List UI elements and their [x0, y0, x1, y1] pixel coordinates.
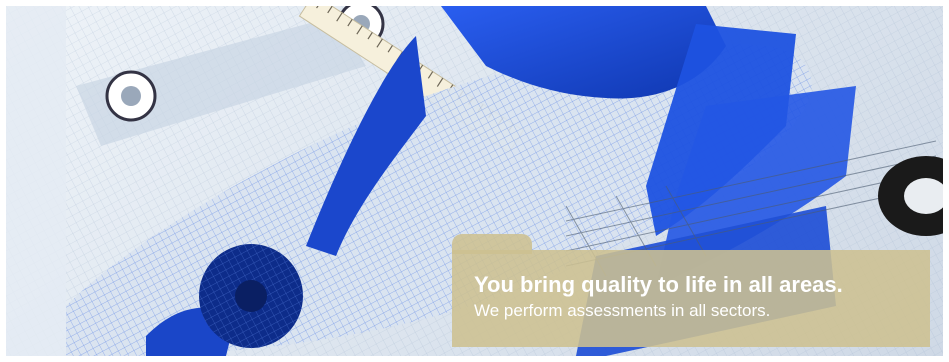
banner-headline: You bring quality to life in all areas. [474, 272, 843, 297]
tagline-box: You bring quality to life in all areas. … [452, 234, 930, 347]
hero-banner: You bring quality to life in all areas. … [0, 0, 949, 362]
banner-subline: We perform assessments in all sectors. [474, 301, 771, 320]
tagline-box-tab [452, 234, 532, 254]
